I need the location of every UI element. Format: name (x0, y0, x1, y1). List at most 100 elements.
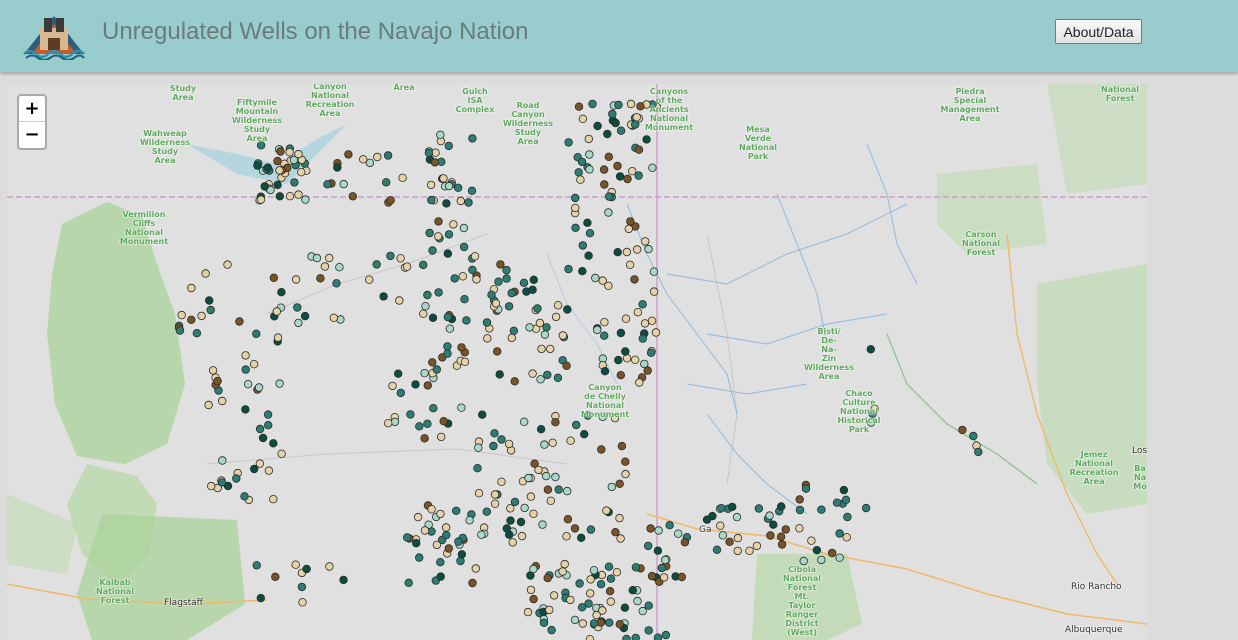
well-marker[interactable] (437, 432, 446, 442)
well-marker[interactable] (586, 525, 596, 534)
well-marker[interactable] (269, 273, 278, 282)
well-marker[interactable] (839, 485, 849, 495)
well-marker[interactable] (443, 342, 452, 351)
well-marker[interactable] (630, 275, 639, 284)
well-marker[interactable] (442, 199, 451, 208)
well-marker[interactable] (572, 420, 581, 430)
well-marker[interactable] (584, 251, 593, 260)
well-marker[interactable] (733, 533, 743, 543)
well-marker[interactable] (293, 303, 302, 312)
well-marker[interactable] (396, 388, 405, 398)
well-marker[interactable] (777, 540, 787, 549)
well-marker[interactable] (586, 575, 595, 584)
well-marker[interactable] (388, 381, 397, 391)
well-marker[interactable] (217, 478, 227, 487)
well-marker[interactable] (208, 366, 218, 375)
well-marker[interactable] (524, 473, 533, 483)
well-marker[interactable] (436, 509, 445, 519)
well-marker[interactable] (263, 410, 273, 419)
well-marker[interactable] (623, 174, 632, 184)
well-marker[interactable] (571, 203, 580, 213)
well-marker[interactable] (754, 504, 764, 513)
well-marker[interactable] (539, 618, 549, 627)
well-marker[interactable] (622, 634, 631, 640)
well-marker[interactable] (562, 532, 571, 541)
well-marker[interactable] (632, 113, 641, 122)
well-marker[interactable] (482, 507, 491, 516)
well-marker[interactable] (600, 331, 609, 340)
well-marker[interactable] (520, 503, 529, 513)
well-marker[interactable] (471, 564, 480, 573)
well-marker[interactable] (611, 118, 620, 128)
well-marker[interactable] (312, 253, 322, 263)
well-marker[interactable] (297, 582, 307, 592)
well-marker[interactable] (585, 228, 595, 238)
well-marker[interactable] (457, 403, 466, 412)
well-marker[interactable] (490, 499, 500, 508)
well-marker[interactable] (843, 512, 852, 522)
well-marker[interactable] (832, 498, 842, 507)
well-marker[interactable] (653, 546, 663, 555)
well-marker[interactable] (642, 135, 651, 144)
well-marker[interactable] (423, 290, 432, 300)
well-marker[interactable] (444, 230, 454, 239)
well-marker[interactable] (359, 155, 368, 164)
well-marker[interactable] (523, 607, 533, 617)
well-marker[interactable] (497, 435, 506, 444)
well-marker[interactable] (653, 633, 663, 640)
well-marker[interactable] (752, 541, 762, 551)
well-marker[interactable] (795, 505, 805, 515)
well-marker[interactable] (638, 300, 647, 309)
well-marker[interactable] (577, 157, 587, 167)
well-marker[interactable] (578, 266, 587, 276)
well-marker[interactable] (497, 477, 506, 486)
well-marker[interactable] (450, 274, 459, 283)
well-marker[interactable] (423, 381, 432, 390)
well-marker[interactable] (606, 574, 616, 583)
well-marker[interactable] (812, 546, 822, 555)
well-marker[interactable] (563, 305, 572, 314)
well-marker[interactable] (204, 400, 213, 410)
well-marker[interactable] (577, 533, 586, 542)
well-marker[interactable] (634, 171, 643, 180)
well-marker[interactable] (576, 175, 585, 184)
well-marker[interactable] (436, 558, 445, 567)
well-marker[interactable] (969, 431, 978, 441)
well-marker[interactable] (333, 163, 342, 172)
well-marker[interactable] (635, 378, 644, 387)
well-marker[interactable] (459, 223, 469, 233)
well-marker[interactable] (958, 425, 967, 435)
well-marker[interactable] (861, 503, 871, 513)
well-marker[interactable] (420, 369, 429, 378)
well-marker[interactable] (605, 192, 614, 201)
well-marker[interactable] (680, 538, 690, 547)
well-marker[interactable] (490, 490, 500, 499)
well-marker[interactable] (631, 633, 640, 640)
well-marker[interactable] (725, 537, 734, 546)
well-marker[interactable] (454, 183, 463, 192)
well-marker[interactable] (460, 294, 469, 304)
well-marker[interactable] (241, 365, 250, 374)
well-marker[interactable] (272, 307, 281, 316)
well-marker[interactable] (585, 150, 594, 159)
well-marker[interactable] (487, 290, 496, 299)
well-marker[interactable] (344, 150, 353, 159)
well-marker[interactable] (502, 265, 511, 275)
well-marker[interactable] (365, 275, 374, 284)
well-marker[interactable] (622, 247, 632, 257)
well-marker[interactable] (616, 534, 625, 543)
well-marker[interactable] (615, 172, 625, 181)
well-marker[interactable] (563, 486, 572, 496)
well-marker[interactable] (379, 292, 388, 301)
well-marker[interactable] (616, 126, 626, 135)
well-marker[interactable] (413, 512, 423, 522)
well-marker[interactable] (677, 572, 686, 582)
well-marker[interactable] (206, 305, 215, 315)
well-marker[interactable] (603, 129, 612, 139)
well-marker[interactable] (583, 218, 592, 227)
well-marker[interactable] (613, 161, 622, 171)
well-marker[interactable] (302, 564, 311, 574)
well-marker[interactable] (769, 520, 778, 529)
well-marker[interactable] (444, 544, 453, 553)
well-marker[interactable] (509, 326, 518, 335)
